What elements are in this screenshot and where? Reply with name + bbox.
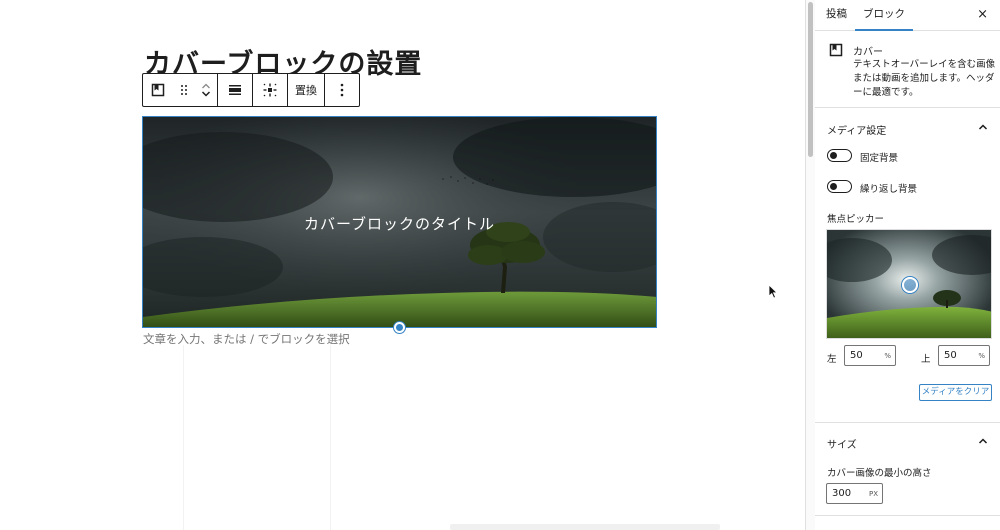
toolbar-group-size [253, 74, 288, 106]
guide-line [330, 345, 331, 530]
sidebar-scrollbar[interactable] [805, 0, 815, 530]
clear-media-button[interactable]: メディアをクリア [919, 384, 992, 401]
fixed-background-toggle[interactable] [827, 149, 852, 162]
cover-resize-handle[interactable] [394, 322, 405, 333]
focal-top-value: 50 [944, 350, 957, 361]
cover-title[interactable]: カバーブロックのタイトル [143, 213, 656, 234]
tab-post[interactable]: 投稿 [826, 0, 847, 31]
focal-picker-label: 焦点ピッカー [827, 214, 885, 225]
block-type-button[interactable] [143, 74, 173, 106]
more-options-icon [340, 83, 344, 97]
min-height-input[interactable]: 300 PX [826, 483, 883, 504]
block-name: カバー [853, 47, 883, 58]
size-heading[interactable]: サイズ [827, 436, 857, 451]
min-height-value: 300 [832, 488, 852, 499]
scrollbar-thumb[interactable] [808, 2, 813, 157]
drag-handle[interactable] [173, 74, 195, 106]
block-toolbar: 置換 [142, 73, 360, 107]
tab-block[interactable]: ブロック [855, 0, 913, 31]
toolbar-group-align [218, 74, 253, 106]
more-options-button[interactable] [325, 74, 359, 106]
block-description: テキストオーバーレイを含む画像または動画を追加します。ヘッダーに最適です。 [853, 59, 996, 98]
mouse-pointer-icon [768, 284, 778, 299]
align-icon [229, 85, 241, 95]
toggle-knob [830, 151, 837, 159]
top-label: 上 [921, 354, 931, 365]
chevron-up-icon[interactable] [978, 123, 988, 131]
align-button[interactable] [218, 74, 252, 106]
focal-left-input[interactable]: 50 % [844, 345, 896, 366]
focal-point-handle[interactable] [902, 277, 918, 293]
chevron-up-icon[interactable] [201, 82, 211, 90]
focal-left-value: 50 [850, 350, 863, 361]
percent-unit: % [884, 352, 891, 360]
media-settings-heading[interactable]: メディア設定 [827, 122, 886, 137]
block-appender-placeholder[interactable]: 文章を入力、または / でブロックを選択 [143, 331, 350, 347]
toggle-knob [830, 182, 837, 190]
min-height-unit[interactable]: PX [869, 490, 878, 498]
full-height-icon [263, 83, 277, 97]
cover-block[interactable]: カバーブロックのタイトル [142, 116, 657, 328]
repeated-background-label: 繰り返し背景 [860, 184, 918, 195]
settings-sidebar: 投稿 ブロック × カバー テキストオーバーレイを含む画像または動画を追加します… [815, 0, 1000, 530]
fixed-background-label: 固定背景 [860, 153, 899, 164]
sidebar-tabs: 投稿 ブロック × [815, 0, 1000, 31]
full-height-button[interactable] [253, 74, 287, 106]
toolbar-group-block [143, 74, 218, 106]
focal-point-picker[interactable] [826, 229, 992, 339]
chevron-up-icon[interactable] [978, 437, 988, 445]
focal-top-input[interactable]: 50 % [938, 345, 990, 366]
editor-canvas: カバーブロックの設置 置換 カバーブロックのタイトル 文章を入力、または / で… [0, 0, 805, 530]
drag-handle-icon [181, 85, 187, 95]
block-card: カバー テキストオーバーレイを含む画像または動画を追加します。ヘッダーに最適です… [815, 31, 1000, 108]
size-panel: サイズ カバー画像の最小の高さ 300 PX [815, 423, 1000, 516]
replace-button[interactable]: 置換 [288, 74, 324, 106]
cover-block-icon [151, 83, 165, 97]
left-label: 左 [827, 354, 837, 365]
repeated-background-toggle[interactable] [827, 180, 852, 193]
media-settings-panel: メディア設定 固定背景 繰り返し背景 焦点ピッカー 左 50 % 上 50 % … [815, 108, 1000, 423]
toolbar-group-more [325, 74, 359, 106]
toolbar-group-replace: 置換 [288, 74, 325, 106]
min-height-label: カバー画像の最小の高さ [827, 468, 932, 479]
cover-block-icon [829, 43, 843, 57]
move-buttons[interactable] [195, 74, 217, 106]
bottom-bar [450, 524, 720, 530]
percent-unit: % [978, 352, 985, 360]
guide-line [183, 345, 184, 530]
chevron-down-icon[interactable] [201, 90, 211, 98]
close-icon[interactable]: × [977, 7, 988, 22]
